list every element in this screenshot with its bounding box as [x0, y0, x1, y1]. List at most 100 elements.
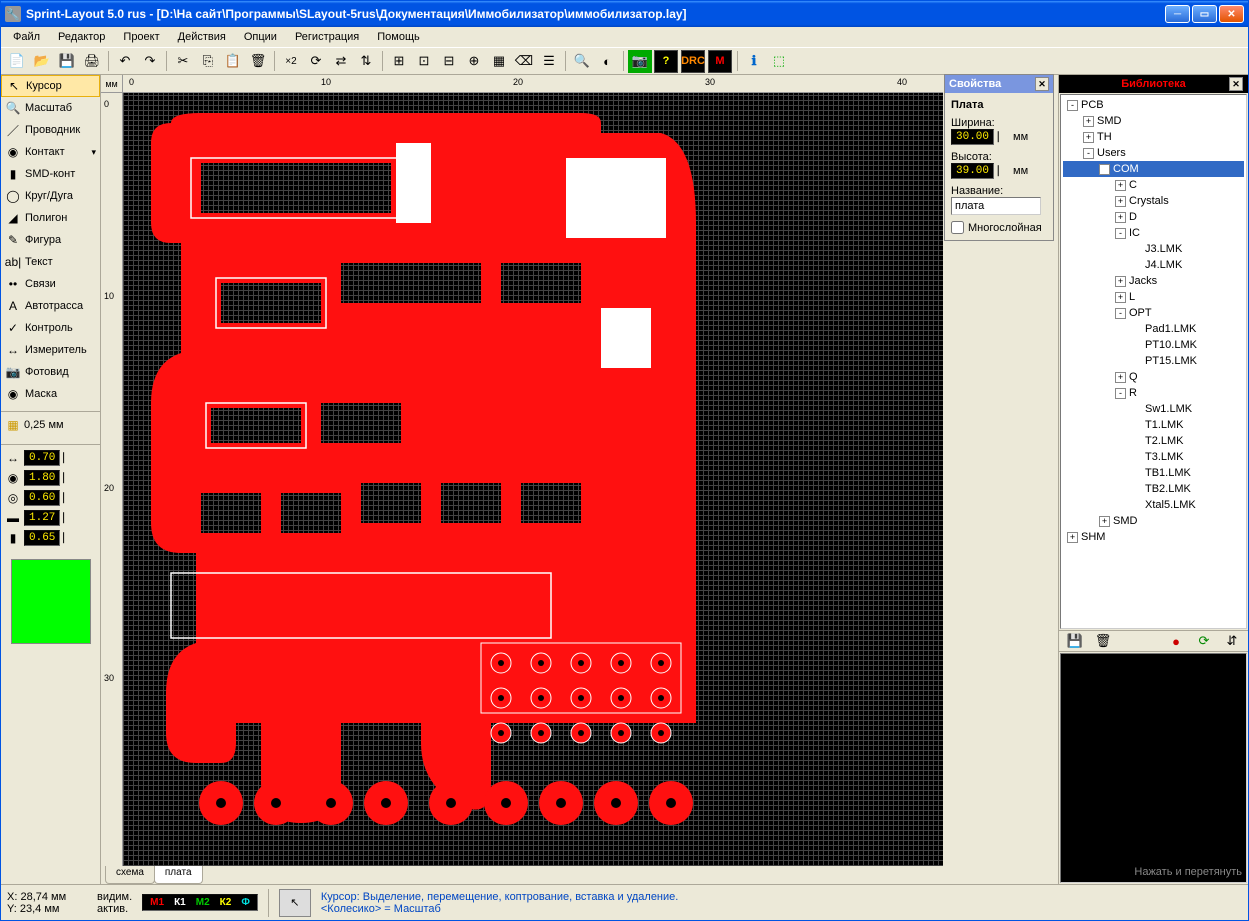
tree-node-d[interactable]: +D — [1063, 209, 1244, 225]
tree-toggle-icon[interactable]: + — [1115, 372, 1126, 383]
info-button[interactable]: ℹ — [742, 50, 766, 73]
layer-m1[interactable]: М1 — [147, 897, 167, 908]
menu-file[interactable]: Файл — [5, 29, 48, 45]
tree-toggle-icon[interactable]: + — [1115, 212, 1126, 223]
menu-options[interactable]: Опции — [236, 29, 285, 45]
lib-delete-button[interactable]: 🗑 — [1091, 630, 1115, 653]
tool-фигура[interactable]: ✎Фигура — [1, 229, 100, 251]
redo-button[interactable]: ↷ — [138, 50, 162, 73]
snap-button[interactable]: ⊕ — [462, 50, 486, 73]
tree-toggle-icon[interactable]: - — [1083, 148, 1094, 159]
lib-record-button[interactable]: ● — [1164, 630, 1188, 653]
height-value[interactable]: 39.00 — [951, 163, 994, 179]
menu-actions[interactable]: Действия — [170, 29, 234, 45]
tool-полигон[interactable]: ◢Полигон — [1, 207, 100, 229]
tree-node-pcb[interactable]: -PCB — [1063, 97, 1244, 113]
tree-toggle-icon[interactable]: + — [1115, 292, 1126, 303]
macro-button[interactable]: M — [708, 50, 732, 73]
group-button[interactable]: ⊡ — [412, 50, 436, 73]
tree-node-tb2-lmk[interactable]: TB2.LMK — [1063, 481, 1244, 497]
tree-toggle-icon[interactable]: + — [1067, 532, 1078, 543]
lib-rotate-button[interactable]: ⟳ — [1192, 630, 1216, 653]
library-tree[interactable]: -PCB+SMD+TH-Users-COM+C+Crystals+D-ICJ3.… — [1060, 94, 1247, 629]
tree-node-l[interactable]: +L — [1063, 289, 1244, 305]
tab-schema[interactable]: схема — [105, 866, 155, 884]
pcb-canvas[interactable] — [123, 93, 943, 866]
tool-масштаб[interactable]: 🔍Масштаб — [1, 97, 100, 119]
cut-button[interactable]: ✂ — [171, 50, 195, 73]
tab-board[interactable]: плата — [154, 866, 203, 884]
tree-toggle-icon[interactable]: + — [1099, 516, 1110, 527]
lib-flip-button[interactable]: ⇵ — [1220, 630, 1244, 653]
maximize-button[interactable]: ▭ — [1192, 5, 1217, 23]
tree-node-smd[interactable]: +SMD — [1063, 113, 1244, 129]
menu-project[interactable]: Проект — [115, 29, 167, 45]
menu-edit[interactable]: Редактор — [50, 29, 113, 45]
tree-toggle-icon[interactable]: + — [1083, 132, 1094, 143]
mirror-v-button[interactable]: ⇅ — [354, 50, 378, 73]
tool-проводник[interactable]: ／Проводник — [1, 119, 100, 141]
zoom-button[interactable]: 🔍 — [570, 50, 594, 73]
tree-node-jacks[interactable]: +Jacks — [1063, 273, 1244, 289]
menu-register[interactable]: Регистрация — [287, 29, 367, 45]
layer-k1[interactable]: К1 — [171, 897, 189, 908]
layer-button[interactable]: ☰ — [537, 50, 561, 73]
align-button[interactable]: ⊞ — [387, 50, 411, 73]
tree-toggle-icon[interactable]: - — [1099, 164, 1110, 175]
paste-button[interactable]: 📋 — [221, 50, 245, 73]
tree-toggle-icon[interactable]: + — [1115, 180, 1126, 191]
drc-button[interactable]: DRC — [681, 50, 705, 73]
tree-node-r[interactable]: -R — [1063, 385, 1244, 401]
pcb-board[interactable] — [141, 103, 701, 843]
layer-m2[interactable]: М2 — [193, 897, 213, 908]
tree-node-pad1-lmk[interactable]: Pad1.LMK — [1063, 321, 1244, 337]
menu-help[interactable]: Помощь — [369, 29, 428, 45]
delete-button[interactable]: 🗑 — [246, 50, 270, 73]
tool-связи[interactable]: ••Связи — [1, 273, 100, 295]
tree-node-j3-lmk[interactable]: J3.LMK — [1063, 241, 1244, 257]
props-close-button[interactable]: ✕ — [1035, 77, 1049, 91]
param-pad-in[interactable]: ◎0.60⎸ — [5, 489, 96, 507]
mirror-h-button[interactable]: ⇄ — [329, 50, 353, 73]
tool-фотовид[interactable]: 📷Фотовид — [1, 361, 100, 383]
width-value[interactable]: 30.00 — [951, 129, 994, 145]
selector-button[interactable]: ⬚ — [767, 50, 791, 73]
layer-f[interactable]: Ф — [238, 897, 253, 908]
param-track[interactable]: ↔0.70⎸ — [5, 449, 96, 467]
print-button[interactable]: 🖨 — [80, 50, 104, 73]
name-input[interactable] — [951, 197, 1041, 215]
ungroup-button[interactable]: ⊟ — [437, 50, 461, 73]
grid-size[interactable]: ▦0,25 мм — [5, 416, 96, 434]
tree-toggle-icon[interactable]: - — [1115, 228, 1126, 239]
contrast-button[interactable]: ◐ — [595, 50, 619, 73]
remove-button[interactable]: ⌫ — [512, 50, 536, 73]
tree-node-c[interactable]: +C — [1063, 177, 1244, 193]
copy-button[interactable]: ⎘ — [196, 50, 220, 73]
param-pad-out[interactable]: ◉1.80⎸ — [5, 469, 96, 487]
tree-toggle-icon[interactable]: + — [1115, 196, 1126, 207]
tree-node-tb1-lmk[interactable]: TB1.LMK — [1063, 465, 1244, 481]
tree-node-users[interactable]: -Users — [1063, 145, 1244, 161]
close-button[interactable]: ✕ — [1219, 5, 1244, 23]
tree-toggle-icon[interactable]: - — [1067, 100, 1078, 111]
tree-node-pt10-lmk[interactable]: PT10.LMK — [1063, 337, 1244, 353]
duplicate-button[interactable]: ×2 — [279, 50, 303, 73]
tree-node-xtal5-lmk[interactable]: Xtal5.LMK — [1063, 497, 1244, 513]
scanner-button[interactable]: 📷 — [628, 50, 652, 73]
tool-измеритель[interactable]: ↔Измеритель — [1, 339, 100, 361]
undo-button[interactable]: ↶ — [113, 50, 137, 73]
tool-smd-конт[interactable]: ▮SMD-конт — [1, 163, 100, 185]
lib-close-button[interactable]: ✕ — [1229, 77, 1243, 91]
tool-круг/дуга[interactable]: ◯Круг/Дуга — [1, 185, 100, 207]
param-smd-h[interactable]: ▮0.65⎸ — [5, 529, 96, 547]
tree-node-smd[interactable]: +SMD — [1063, 513, 1244, 529]
tree-toggle-icon[interactable]: + — [1083, 116, 1094, 127]
tree-node-t1-lmk[interactable]: T1.LMK — [1063, 417, 1244, 433]
tree-node-t3-lmk[interactable]: T3.LMK — [1063, 449, 1244, 465]
layer-k2[interactable]: К2 — [217, 897, 235, 908]
tree-node-crystals[interactable]: +Crystals — [1063, 193, 1244, 209]
tree-node-sw1-lmk[interactable]: Sw1.LMK — [1063, 401, 1244, 417]
open-button[interactable]: 📂 — [30, 50, 54, 73]
tree-node-q[interactable]: +Q — [1063, 369, 1244, 385]
tree-node-t2-lmk[interactable]: T2.LMK — [1063, 433, 1244, 449]
